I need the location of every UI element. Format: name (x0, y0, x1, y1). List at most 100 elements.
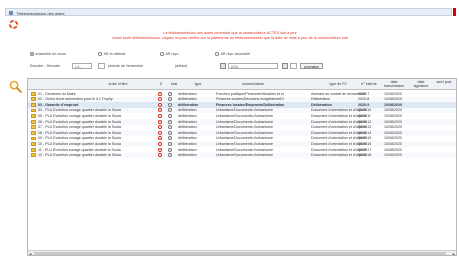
plus-circle-icon[interactable] (168, 108, 173, 113)
plus-circle-icon[interactable] (168, 130, 173, 135)
folder-icon (31, 147, 36, 152)
horizontal-scrollbar[interactable]: ◀ ▶ (28, 250, 456, 255)
cell-titre[interactable]: 04 - PLU Evolution zonage quartier durab… (38, 108, 153, 112)
cell-nomenclature: Urbanisme/Documents d'urbanisme (216, 147, 274, 152)
cell-type: délibération (178, 141, 197, 146)
cell-titre[interactable]: 06 - PLU Evolution zonage quartier durab… (38, 120, 153, 124)
filter-ar-recu[interactable]: AR reçu (160, 52, 178, 56)
radio-dot[interactable] (160, 52, 164, 56)
plus-circle-icon[interactable] (168, 136, 173, 141)
cell-type: délibération (178, 97, 197, 102)
plus-circle-icon[interactable] (168, 153, 173, 158)
header-search-icon[interactable]: ⚲ (156, 82, 166, 86)
header-type[interactable]: type (183, 82, 213, 86)
header-num-interne[interactable]: n° interne (358, 82, 380, 86)
red-ring-icon[interactable] (158, 130, 163, 135)
cell-titre[interactable]: 03 - Garantie d'emprunt (38, 103, 153, 107)
plus-circle-icon[interactable] (168, 113, 173, 119)
plus-circle-icon[interactable] (168, 119, 173, 124)
radio-dot[interactable] (215, 52, 219, 56)
radio-dot[interactable] (98, 52, 102, 56)
folder-icon (31, 136, 36, 141)
status-filter-group: ensemble en cours AR en attente AR reçu … (30, 52, 380, 58)
life-ring-icon[interactable] (9, 20, 18, 29)
cell-titre[interactable]: 07 - PLU Evolution zonage quartier durab… (38, 125, 153, 129)
cell-titre[interactable]: 05 - PLU Evolution zonage quartier durab… (38, 114, 153, 118)
header-date-transmission[interactable]: date transmission (383, 80, 405, 88)
calendar-icon[interactable] (282, 63, 288, 69)
cell-num-interne: 2020-16 (358, 141, 372, 146)
sort-select[interactable]: x 1... (72, 63, 92, 69)
red-ring-icon[interactable] (158, 125, 163, 130)
red-ring-icon[interactable] (158, 113, 163, 119)
red-ring-icon[interactable] (158, 91, 163, 96)
cell-num-interne: 2020-14 (358, 130, 372, 135)
nomenclature-notice[interactable]: La télétransmission des actes nécessite … (40, 31, 420, 41)
header-ordre[interactable]: ordre id titre (73, 82, 163, 86)
period-checkbox[interactable] (98, 63, 105, 69)
filter-label: AR reçu 'anomalie' (220, 52, 251, 56)
cell-type: délibération (178, 113, 197, 118)
window-title: Télétransmission des actes (16, 10, 65, 16)
cell-date-transmission: 10/08/2020 (384, 141, 402, 146)
cell-type: délibération (178, 130, 197, 135)
cell-titre[interactable]: 09 - PLU Evolution zonage quartier durab… (38, 136, 153, 140)
window-titlebar: Télétransmission des actes (5, 8, 452, 16)
cell-titre[interactable]: 11 - PLU Evolution zonage quartier durab… (38, 148, 153, 152)
cell-nomenclature: Finances locales/Emprunts/Délibération (216, 102, 285, 107)
cell-num-interne: 2020-18 (358, 153, 372, 158)
red-ring-icon[interactable] (158, 141, 163, 147)
scroll-right-icon[interactable]: ▶ (453, 252, 455, 255)
red-ring-icon[interactable] (158, 119, 163, 124)
filter-label: AR reçu (165, 52, 179, 56)
cell-num-interne: 2020-12 (358, 119, 372, 124)
cell-titre[interactable]: 02 - Octroi d'une subvention pour le 4 L… (38, 97, 153, 101)
cell-type: délibération (178, 119, 197, 124)
cell-nomenclature: Urbanisme/Documents d'urbanisme (216, 125, 274, 130)
plus-circle-icon[interactable] (168, 141, 173, 147)
date-checkbox[interactable] (290, 63, 297, 69)
cell-type: délibération (178, 108, 197, 113)
scroll-thumb[interactable] (34, 252, 446, 255)
notice-line-2[interactable]: Avant toute télétransmission, cliquez ic… (40, 36, 420, 41)
cell-titre[interactable]: 10 - PLU Evolution zonage quartier durab… (38, 142, 153, 146)
plus-circle-icon[interactable] (168, 91, 173, 96)
header-nomenclature[interactable]: nomenclature (223, 82, 283, 86)
cell-titre[interactable]: 12 - PLU Evolution zonage quartier durab… (38, 153, 153, 157)
red-ring-icon[interactable] (158, 102, 163, 107)
folder-icon (31, 114, 36, 118)
red-ring-icon[interactable] (158, 153, 163, 158)
magnifier-icon[interactable] (9, 80, 22, 93)
red-ring-icon[interactable] (158, 147, 163, 152)
scroll-left-icon[interactable]: ◀ (29, 252, 31, 255)
radio-dot[interactable] (30, 52, 34, 56)
cell-nomenclature: Urbanisme/Documents d'urbanisme (216, 130, 274, 135)
cell-date-transmission: 10/08/2020 (384, 108, 402, 113)
cell-date-transmission: 10/08/2020 (384, 102, 402, 107)
filter-ar-recu-anomalie[interactable]: AR reçu 'anomalie' (215, 52, 250, 56)
filter-ar-en-attente[interactable]: AR en attente (98, 52, 125, 56)
header-date-signature[interactable]: date signature (410, 80, 432, 88)
plus-circle-icon[interactable] (168, 97, 173, 102)
cell-titre[interactable]: 08 - PLU Evolution zonage quartier durab… (38, 131, 153, 135)
filter-ensemble-en-cours[interactable]: ensemble en cours (30, 52, 66, 56)
cell-date-transmission: 10/08/2020 (384, 153, 402, 158)
plus-circle-icon[interactable] (168, 102, 173, 107)
date-field[interactable]: (Ch) (228, 63, 278, 69)
red-ring-icon[interactable] (158, 97, 163, 102)
cell-titre[interactable]: 01 - Décisions du Maire (38, 92, 153, 96)
red-ring-icon[interactable] (158, 136, 163, 141)
cell-date-transmission: 10/08/2020 (384, 136, 402, 141)
plus-circle-icon[interactable] (168, 147, 173, 152)
cell-nomenclature: Fonction publique/Personnel titulaires e… (216, 91, 284, 96)
cell-date-transmission: 10/08/2020 (384, 130, 402, 135)
header-suivi[interactable]: suivi post (435, 80, 453, 84)
close-marker[interactable] (453, 8, 456, 16)
folder-icon (31, 130, 36, 135)
calendar-icon[interactable] (220, 63, 226, 69)
next-button[interactable]: prochaine (300, 63, 323, 69)
plus-circle-icon[interactable] (168, 125, 173, 130)
red-ring-icon[interactable] (158, 108, 163, 113)
header-etat[interactable]: etat (168, 82, 180, 86)
table-row[interactable]: 12 - PLU Evolution zonage quartier durab… (28, 152, 456, 159)
